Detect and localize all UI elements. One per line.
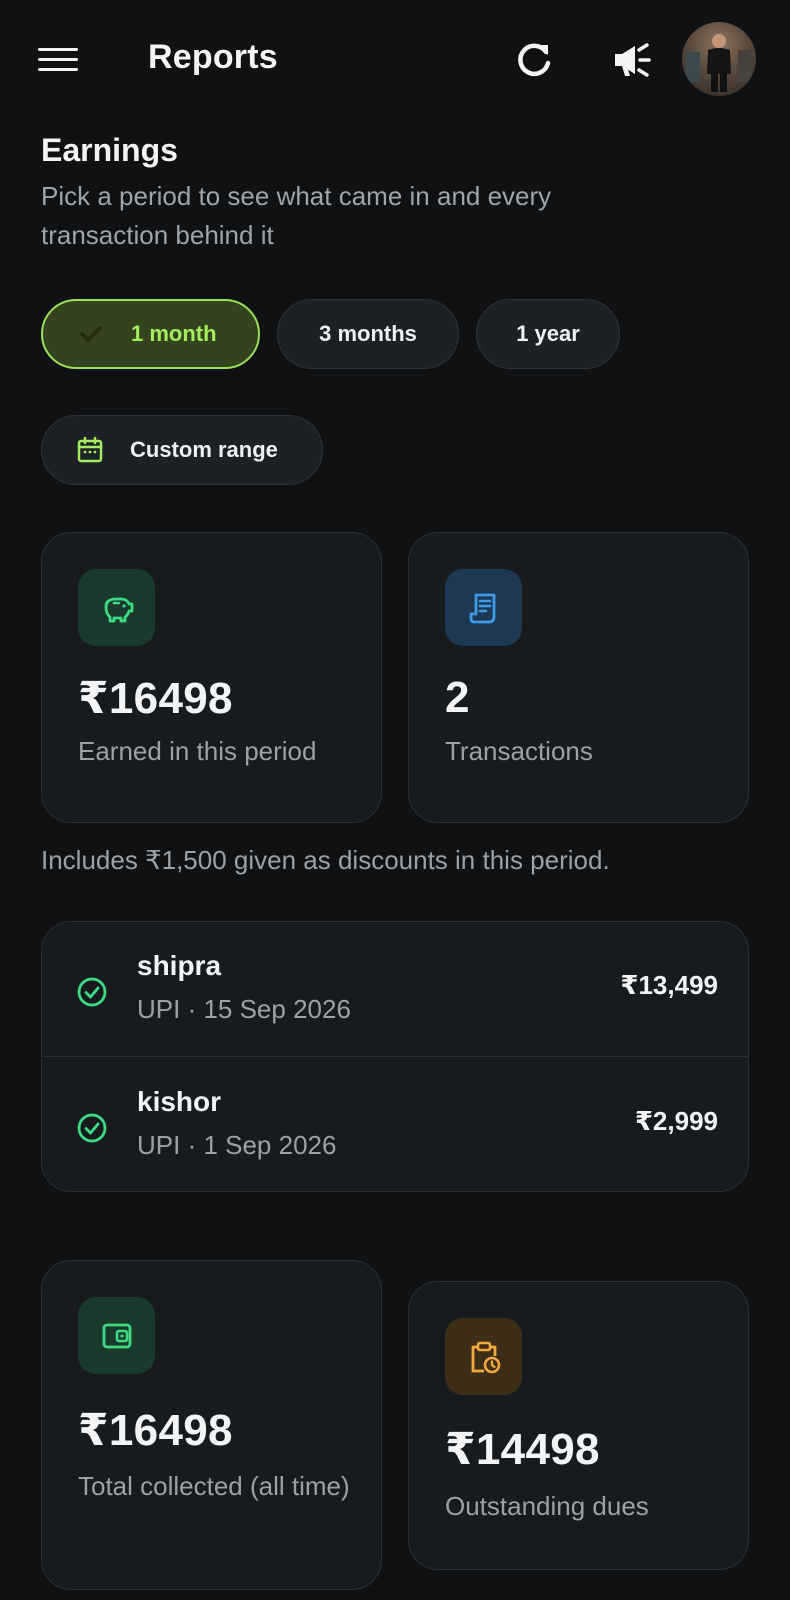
transaction-amount: ₹2,999: [634, 1106, 718, 1136]
period-chip-label: 1 year: [516, 321, 580, 346]
total-collected-card: ₹16498 Total collected (all time): [41, 1260, 382, 1590]
list-item[interactable]: shipra UPI · 15 Sep 2026 ₹13,499: [42, 922, 748, 1057]
calendar-icon: [77, 436, 103, 463]
refresh-icon[interactable]: [511, 36, 559, 84]
transactions-card: 2 Transactions: [408, 532, 749, 823]
period-chip-1-year[interactable]: 1 year: [476, 299, 620, 369]
outstanding-dues-amount: ₹14498: [445, 1425, 600, 1474]
wallet-icon: [78, 1297, 155, 1374]
earned-label: Earned in this period: [78, 736, 317, 766]
period-chip-label: 3 months: [319, 321, 417, 346]
user-avatar[interactable]: [682, 22, 756, 96]
custom-range-chip[interactable]: Custom range: [41, 415, 323, 485]
check-icon: [80, 326, 102, 342]
total-collected-amount: ₹16498: [78, 1406, 233, 1455]
hamburger-menu-icon[interactable]: [38, 48, 78, 74]
earnings-title: Earnings: [41, 132, 178, 168]
transactions-count: 2: [445, 673, 470, 722]
piggy-bank-icon: [78, 569, 155, 646]
transaction-amount: ₹13,499: [620, 970, 718, 1000]
earned-amount: ₹16498: [78, 674, 233, 723]
earned-card: ₹16498 Earned in this period: [41, 532, 382, 823]
transactions-label: Transactions: [445, 736, 593, 766]
transaction-name: shipra: [137, 950, 222, 981]
custom-range-label: Custom range: [130, 437, 278, 462]
transaction-meta: UPI · 1 Sep 2026: [137, 1130, 337, 1160]
page-title: Reports: [148, 38, 278, 76]
receipt-icon: [445, 569, 522, 646]
discount-note: Includes ₹1,500 given as discounts in th…: [41, 845, 610, 875]
list-item[interactable]: kishor UPI · 1 Sep 2026 ₹2,999: [42, 1058, 748, 1191]
check-circle-icon: [77, 1113, 107, 1143]
megaphone-icon[interactable]: [609, 36, 657, 84]
pending-clipboard-icon: [445, 1318, 522, 1395]
outstanding-dues-label: Outstanding dues: [445, 1491, 649, 1521]
earnings-subtitle: Pick a period to see what came in and ev…: [41, 181, 552, 250]
transaction-meta: UPI · 15 Sep 2026: [137, 994, 351, 1024]
total-collected-label: Total collected (all time): [78, 1471, 350, 1501]
transaction-list: shipra UPI · 15 Sep 2026 ₹13,499 kishor …: [41, 921, 749, 1192]
period-chip-3-months[interactable]: 3 months: [277, 299, 459, 369]
transaction-name: kishor: [137, 1086, 222, 1117]
top-app-bar: Reports: [0, 0, 790, 120]
period-chip-label: 1 month: [131, 321, 217, 346]
period-chip-1-month[interactable]: 1 month: [41, 299, 260, 369]
check-circle-icon: [77, 977, 107, 1007]
outstanding-dues-card: ₹14498 Outstanding dues: [408, 1281, 749, 1570]
